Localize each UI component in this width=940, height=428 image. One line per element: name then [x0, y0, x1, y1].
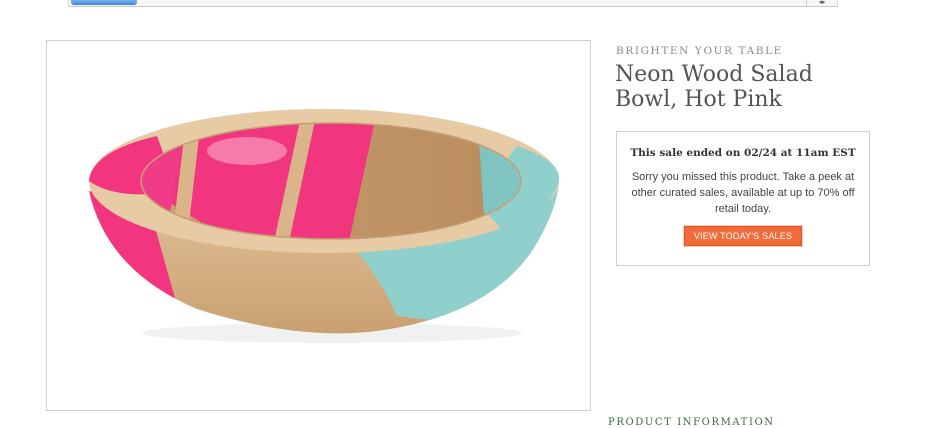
view-todays-sales-button[interactable]: VIEW TODAY'S SALES	[683, 226, 803, 246]
product-information-heading: PRODUCT INFORMATION	[608, 417, 775, 428]
product-title: Neon Wood Salad Bowl, Hot Pink	[615, 62, 813, 112]
sale-ended-box: This sale ended on 02/24 at 11am EST Sor…	[616, 131, 870, 266]
horizontal-scrollbar[interactable]: ◂▸	[68, 0, 838, 7]
scroll-arrows-icon[interactable]: ◂▸	[806, 0, 837, 6]
sale-ended-headline: This sale ended on 02/24 at 11am EST	[630, 147, 856, 159]
scrollbar-thumb[interactable]	[71, 0, 137, 5]
product-image	[46, 40, 591, 411]
product-eyebrow: BRIGHTEN YOUR TABLE	[616, 45, 783, 57]
sale-ended-message: Sorry you missed this product. Take a pe…	[631, 171, 855, 215]
bowl-illustration	[89, 109, 560, 343]
